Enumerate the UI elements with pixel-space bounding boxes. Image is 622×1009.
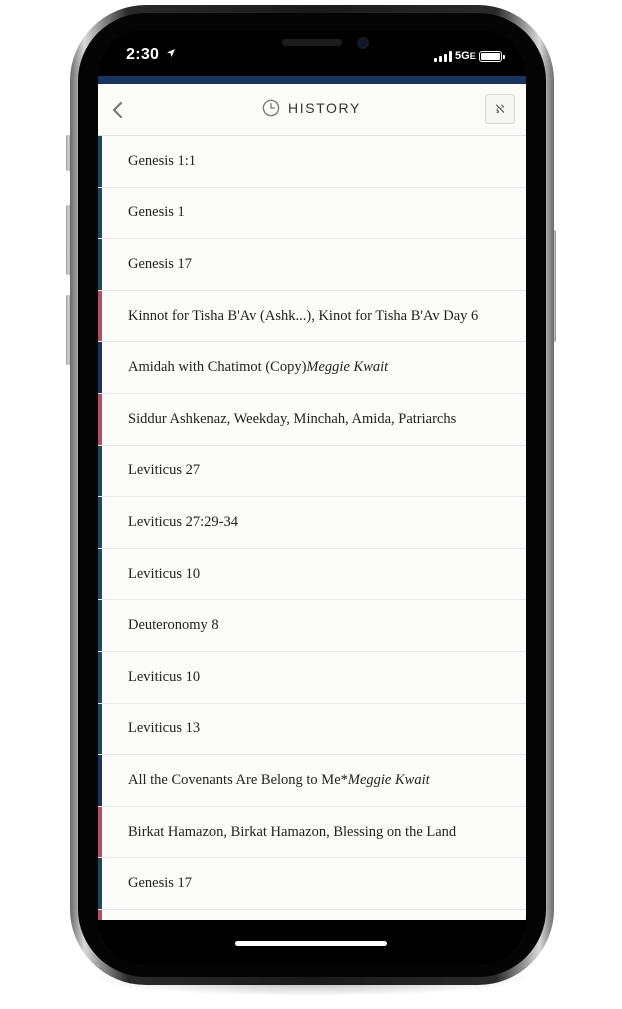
category-color-bar [98, 342, 102, 393]
category-color-bar [98, 136, 102, 187]
page-title: HISTORY [288, 100, 361, 116]
history-item-text: Kinnot for Tisha B'Av (Ashk...), Kinot f… [128, 291, 478, 342]
category-color-bar [98, 600, 102, 651]
history-item-title: Leviticus 10 [128, 565, 201, 582]
history-item-text: All the Covenants Are Belong to Me* Megg… [128, 755, 430, 806]
history-item-text: Leviticus 10 [128, 549, 200, 600]
chevron-left-icon [112, 101, 123, 119]
history-item-text: Genesis 17 [128, 239, 192, 290]
front-camera [357, 37, 369, 49]
status-time: 2:30 [126, 46, 176, 64]
speaker-grille [282, 39, 342, 46]
history-list-item[interactable]: Genesis 17 [98, 858, 526, 910]
history-item-text: Deuteronomy 8 [128, 600, 219, 651]
history-item-text: Genesis 1 [128, 188, 185, 239]
category-color-bar [98, 858, 102, 909]
status-indicators: 5GE [434, 49, 505, 63]
history-list-item[interactable]: Genesis 1:1 [98, 136, 526, 188]
history-item-text: Leviticus 10 [128, 652, 200, 703]
history-item-title: Leviticus 27:29-34 [128, 513, 238, 530]
history-list-item[interactable]: Siddur Ashkenaz, Weekday, Minchah, Amida… [98, 393, 526, 446]
history-list-item[interactable]: Deuteronomy 8 [98, 600, 526, 652]
history-item-title: Genesis 17 [128, 875, 193, 892]
home-indicator[interactable] [235, 941, 387, 946]
history-item-text: Leviticus 27 [128, 446, 200, 497]
history-list-item-partial [98, 909, 526, 920]
category-color-bar [98, 909, 102, 920]
history-list-item[interactable]: Leviticus 27 [98, 445, 526, 498]
category-color-bar [98, 239, 102, 290]
history-item-text: Siddur Ashkenaz, Weekday, Minchah, Amida… [128, 394, 456, 445]
history-item-title: Leviticus 27 [128, 462, 201, 479]
history-item-title: Genesis 1 [128, 204, 185, 221]
history-item-text: Amidah with Chatimot (Copy) Meggie Kwait [128, 342, 388, 393]
history-list-item[interactable]: Kinnot for Tisha B'Av (Ashk...), Kinot f… [98, 290, 526, 343]
history-item-author: Meggie Kwait [347, 771, 430, 788]
category-color-bar [98, 755, 102, 806]
history-list-item[interactable]: Birkat Hamazon, Birkat Hamazon, Blessing… [98, 806, 526, 859]
category-color-bar [98, 393, 102, 445]
battery-icon [478, 50, 505, 62]
history-list-item[interactable]: All the Covenants Are Belong to Me* Megg… [98, 755, 526, 807]
history-item-title: All the Covenants Are Belong to Me* [128, 771, 348, 788]
history-item-title: Kinnot for Tisha B'Av (Ashk...), Kinot f… [128, 307, 479, 324]
phone-screen: 2:30 5GE HISTORY ℵ Genesis 1:1 Genesis 1G… [98, 30, 526, 964]
history-list-item[interactable]: Genesis 1 [98, 187, 526, 240]
history-list: Genesis 1:1 Genesis 1 Genesis 17 Kinnot for… [98, 136, 526, 920]
category-color-bar [98, 703, 102, 755]
back-button[interactable] [108, 98, 128, 122]
history-item-title: Leviticus 10 [128, 668, 201, 685]
category-color-bar [98, 445, 102, 497]
history-item-title: Siddur Ashkenaz, Weekday, Minchah, Amida… [128, 410, 457, 427]
history-list-item[interactable]: Amidah with Chatimot (Copy) Meggie Kwait [98, 342, 526, 394]
history-list-item[interactable]: Leviticus 27:29-34 [98, 497, 526, 549]
history-item-text: Leviticus 13 [128, 704, 200, 755]
history-item-title: Leviticus 13 [128, 720, 201, 737]
category-color-bar [98, 806, 102, 858]
bottom-safe-area [98, 920, 526, 964]
network-label: 5GE [455, 50, 476, 62]
history-list-item[interactable]: Leviticus 13 [98, 703, 526, 756]
language-toggle-button[interactable]: ℵ [485, 94, 515, 124]
history-item-text: Leviticus 27:29-34 [128, 497, 238, 548]
history-screen: HISTORY ℵ Genesis 1:1 Genesis 1 Genesis 17… [98, 84, 526, 920]
app-accent-bar [98, 76, 526, 84]
history-item-title: Birkat Hamazon, Birkat Hamazon, Blessing… [128, 823, 457, 840]
history-item-text: Genesis 17 [128, 858, 192, 909]
page-title-group: HISTORY [262, 99, 361, 117]
category-color-bar [98, 548, 102, 600]
history-list-item[interactable]: Leviticus 10 [98, 548, 526, 601]
clock-icon [262, 99, 280, 117]
category-color-bar [98, 290, 102, 342]
history-item-title: Genesis 1:1 [128, 152, 197, 169]
history-item-title: Amidah with Chatimot (Copy) [128, 359, 307, 376]
history-item-text: Genesis 1:1 [128, 136, 196, 187]
history-list-item[interactable]: Leviticus 10 [98, 651, 526, 704]
history-item-title: Genesis 17 [128, 255, 193, 272]
signal-icon [434, 50, 452, 62]
history-item-text: Birkat Hamazon, Birkat Hamazon, Blessing… [128, 807, 456, 858]
category-color-bar [98, 651, 102, 703]
category-color-bar [98, 187, 102, 239]
header: HISTORY ℵ [98, 84, 526, 136]
history-item-title: Deuteronomy 8 [128, 617, 219, 634]
category-color-bar [98, 497, 102, 548]
history-list-item[interactable]: Genesis 17 [98, 239, 526, 291]
location-arrow-icon [166, 49, 175, 57]
history-item-author: Meggie Kwait [306, 359, 389, 376]
